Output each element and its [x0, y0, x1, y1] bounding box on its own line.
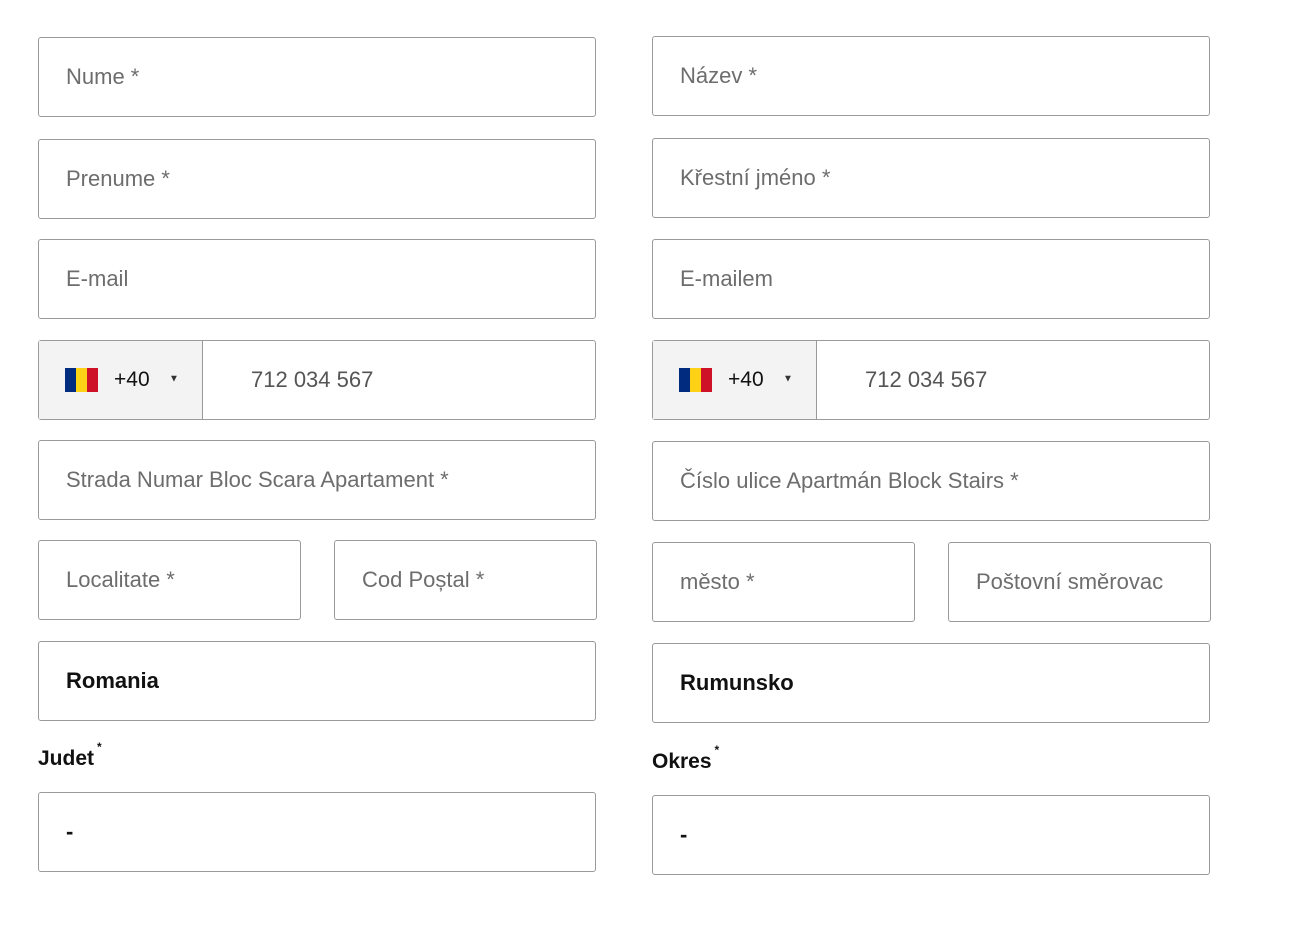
first-name-input[interactable]: Křestní jméno *	[652, 138, 1210, 218]
country-code: +40	[728, 368, 764, 391]
romania-flag-icon	[679, 368, 712, 392]
city-input[interactable]: město *	[652, 542, 915, 622]
postal-code-placeholder: Cod Poștal *	[362, 567, 485, 592]
city-input[interactable]: Localitate *	[38, 540, 301, 620]
phone-number-input[interactable]: 712 034 567	[865, 367, 987, 393]
email-input[interactable]: E-mailem	[652, 239, 1210, 319]
region-label: Judet *	[38, 740, 102, 771]
required-mark: *	[97, 740, 102, 754]
street-placeholder: Číslo ulice Apartmán Block Stairs *	[680, 468, 1019, 493]
country-value: Romania	[66, 668, 159, 693]
region-label-text: Judet	[38, 747, 95, 770]
city-placeholder: Localitate *	[66, 567, 175, 592]
country-select[interactable]: Romania	[38, 641, 596, 721]
last-name-input[interactable]: Nume *	[38, 37, 596, 117]
country-value: Rumunsko	[680, 670, 794, 695]
city-placeholder: město *	[680, 569, 755, 594]
country-code: +40	[114, 368, 150, 391]
first-name-input[interactable]: Prenume *	[38, 139, 596, 219]
country-select[interactable]: Rumunsko	[652, 643, 1210, 723]
region-label: Okres *	[652, 743, 719, 774]
first-name-placeholder: Křestní jméno *	[680, 165, 831, 190]
country-code-selector[interactable]: +40 ▼	[39, 341, 203, 419]
phone-field: +40 ▼ 712 034 567	[38, 340, 596, 420]
romania-flag-icon	[65, 368, 98, 392]
first-name-placeholder: Prenume *	[66, 166, 170, 191]
region-value: -	[680, 822, 688, 847]
street-input[interactable]: Strada Numar Bloc Scara Apartament *	[38, 440, 596, 520]
street-input[interactable]: Číslo ulice Apartmán Block Stairs *	[652, 441, 1210, 521]
caret-down-icon: ▼	[783, 373, 793, 385]
caret-down-icon: ▼	[169, 373, 179, 385]
email-placeholder: E-mail	[66, 266, 129, 291]
region-select[interactable]: -	[652, 795, 1210, 875]
region-label-text: Okres	[652, 750, 712, 773]
country-code-selector[interactable]: +40 ▼	[653, 341, 817, 419]
email-placeholder: E-mailem	[680, 266, 773, 291]
phone-number-input[interactable]: 712 034 567	[251, 367, 373, 393]
postal-code-input[interactable]: Poštovní směrovac	[948, 542, 1211, 622]
postal-code-input[interactable]: Cod Poștal *	[334, 540, 597, 620]
street-placeholder: Strada Numar Bloc Scara Apartament *	[66, 467, 449, 492]
last-name-placeholder: Nume *	[66, 64, 140, 89]
postal-code-placeholder: Poštovní směrovac	[976, 569, 1164, 594]
email-input[interactable]: E-mail	[38, 239, 596, 319]
phone-field: +40 ▼ 712 034 567	[652, 340, 1210, 420]
region-value: -	[66, 819, 74, 844]
region-select[interactable]: -	[38, 792, 596, 872]
last-name-input[interactable]: Název *	[652, 36, 1210, 116]
required-mark: *	[714, 743, 720, 757]
last-name-placeholder: Název *	[680, 63, 758, 88]
